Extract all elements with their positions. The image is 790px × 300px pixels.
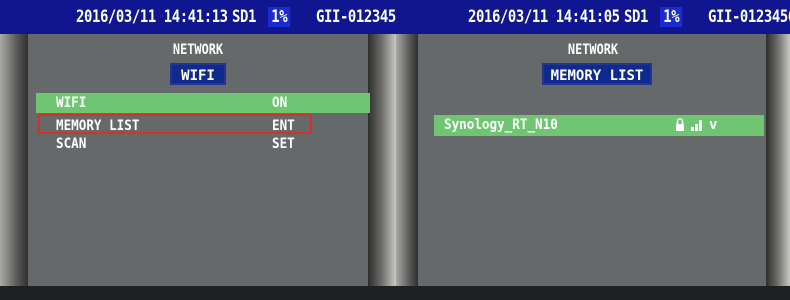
camera-background-right xyxy=(368,34,396,300)
camera-background-left xyxy=(0,34,28,300)
bottom-strip xyxy=(396,286,790,300)
status-bar: 2016/03/11 14:41:13 SD1 1% GII-0123456 xyxy=(0,0,396,34)
menu-item-label: MEMORY LIST xyxy=(56,118,140,134)
menu-subtitle: MEMORY LIST xyxy=(542,63,652,85)
network-ssid: Synology_RT_N10 xyxy=(444,117,558,133)
menu-item-value: SET xyxy=(272,136,295,152)
menu-title: NETWORK xyxy=(567,42,619,58)
network-status-mark: v xyxy=(709,117,718,133)
menu-item-scan[interactable]: SCAN SET xyxy=(36,134,370,154)
right-screen: 2016/03/11 14:41:05 SD1 1% GII-0123456 N… xyxy=(396,0,790,300)
device-id: GII-0123456 xyxy=(708,7,790,27)
device-id: GII-0123456 xyxy=(316,7,396,27)
lock-icon xyxy=(676,118,684,131)
storage-percent: 1% xyxy=(268,7,291,27)
bottom-strip xyxy=(0,286,396,300)
storage-label: SD1 xyxy=(624,7,648,27)
storage-label: SD1 xyxy=(232,7,256,27)
menu-item-label: SCAN xyxy=(56,136,87,152)
camera-background-right xyxy=(766,34,790,300)
storage-percent: 1% xyxy=(660,7,683,27)
left-screen: 2016/03/11 14:41:13 SD1 1% GII-0123456 N… xyxy=(0,0,396,300)
signal-bars-icon xyxy=(691,120,702,131)
menu-item-label: WIFI xyxy=(56,95,87,111)
camera-background-left xyxy=(396,34,418,300)
menu-subtitle: WIFI xyxy=(170,63,226,85)
status-bar: 2016/03/11 14:41:05 SD1 1% GII-0123456 xyxy=(396,0,790,34)
menu-item-value: ENT xyxy=(272,118,295,134)
datetime: 2016/03/11 14:41:05 xyxy=(468,7,620,27)
memory-list-item[interactable]: Synology_RT_N10 v xyxy=(434,115,764,136)
menu-title: NETWORK xyxy=(172,42,224,58)
menu-item-wifi[interactable]: WIFI ON xyxy=(36,93,370,113)
menu-item-memory-list[interactable]: MEMORY LIST ENT xyxy=(38,114,312,134)
menu-item-value: ON xyxy=(272,95,288,111)
datetime: 2016/03/11 14:41:13 xyxy=(76,7,228,27)
